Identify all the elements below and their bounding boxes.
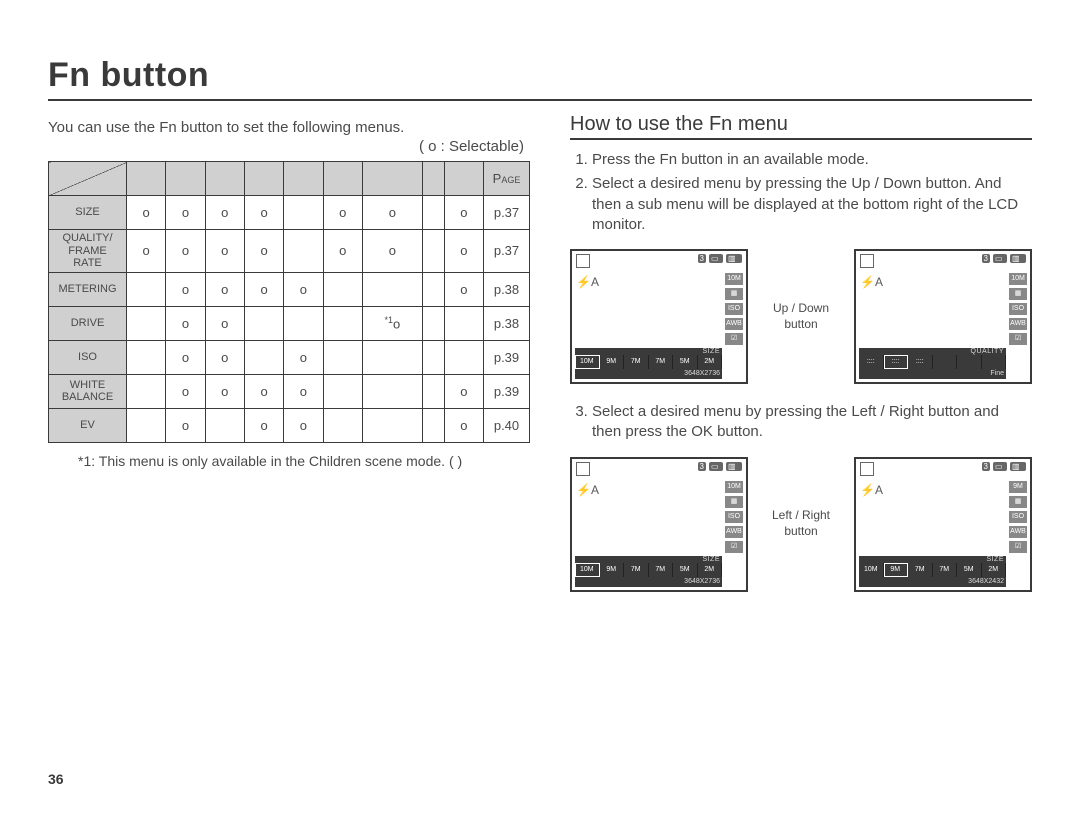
fn-menu-table: Page SIZEooooooop.37 QUALITY/FRAME RATEo… xyxy=(48,161,530,443)
mode-col xyxy=(244,162,283,196)
mode-col xyxy=(127,162,166,196)
row-quality: QUALITY/FRAME RATE xyxy=(49,230,127,273)
row-metering: METERING xyxy=(49,272,127,306)
mode-col xyxy=(323,162,362,196)
mode-col xyxy=(422,162,444,196)
step-2: Select a desired menu by pressing the Up… xyxy=(592,174,1032,235)
drive-children-cell: *1*1oo xyxy=(362,306,422,340)
step-1: Press the Fn button in an available mode… xyxy=(592,150,1032,170)
lcd-screenshot-quality: 3▭▥ ⚡A 10M ▦ ISO AWB ☑ QUALITY :::::::::… xyxy=(854,249,1032,384)
leftright-label: Left / Right button xyxy=(764,508,838,539)
page-header: Page xyxy=(484,162,530,196)
mode-col xyxy=(362,162,422,196)
row-iso: ISO xyxy=(49,340,127,374)
lcd-screenshot-size2: 3▭▥ ⚡A 10M ▦ ISO AWB ☑ SIZE 10M9M7M7M5M2… xyxy=(570,457,748,592)
intro-text: You can use the Fn button to set the fol… xyxy=(48,119,530,136)
mode-col xyxy=(284,162,323,196)
page-number: 36 xyxy=(48,771,64,787)
step-3: Select a desired menu by pressing the Le… xyxy=(592,402,1032,443)
row-size: SIZE xyxy=(49,196,127,230)
footnote: *1: This menu is only available in the C… xyxy=(48,453,530,469)
howto-heading: How to use the Fn menu xyxy=(570,113,1032,140)
page-title: Fn button xyxy=(48,56,1032,95)
row-wb: WHITEBALANCE xyxy=(49,374,127,408)
mode-col xyxy=(166,162,205,196)
mode-col xyxy=(205,162,244,196)
lcd-screenshot-size3: 3▭▥ ⚡A 9M ▦ ISO AWB ☑ SIZE 10M9M7M7M5M2M xyxy=(854,457,1032,592)
row-drive: DRIVE xyxy=(49,306,127,340)
row-ev: EV xyxy=(49,408,127,442)
mode-col xyxy=(444,162,483,196)
table-corner xyxy=(49,162,127,196)
lcd-screenshot-size: 3▭▥ ⚡A 10M ▦ ISO AWB ☑ SIZE 10M9M7M7M5M2… xyxy=(570,249,748,384)
updown-label: Up / Down button xyxy=(764,301,838,332)
legend-text: ( o : Selectable) xyxy=(48,138,524,155)
